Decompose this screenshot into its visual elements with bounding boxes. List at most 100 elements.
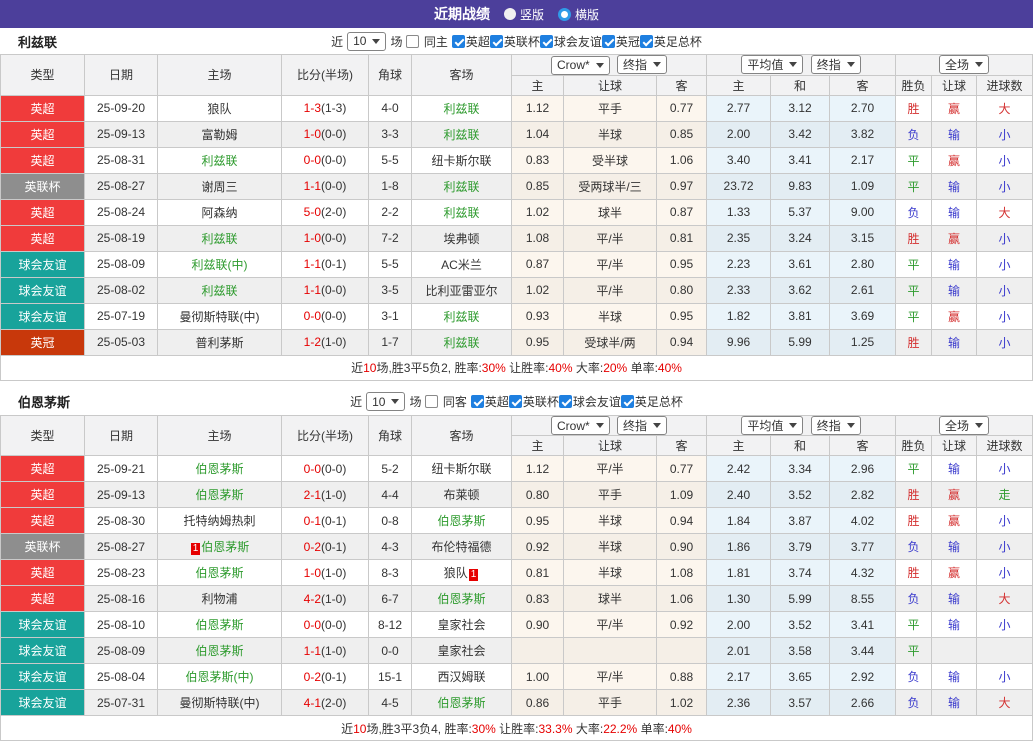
- avg-home-odds-cell: 2.23: [707, 251, 771, 277]
- summary-text: 近10场,胜3平5负2, 胜率:30% 让胜率:40% 大率:20% 单率:40…: [1, 355, 1033, 380]
- col-header-date: 日期: [85, 55, 158, 96]
- score-cell: 0-0(0-0): [282, 303, 369, 329]
- avg-home-odds-cell: 1.84: [707, 508, 771, 534]
- red-card-badge: 1: [191, 543, 201, 555]
- layout-radio-horizontal[interactable]: 横版: [558, 6, 599, 23]
- scope-select[interactable]: 全场: [939, 416, 989, 435]
- score-cell: 0-0(0-0): [282, 456, 369, 482]
- checkbox-checked-icon[interactable]: [471, 395, 484, 408]
- corner-cell: 5-5: [369, 147, 412, 173]
- score-cell: 4-1(2-0): [282, 690, 369, 716]
- team-label: 阿森纳: [201, 206, 237, 220]
- table-row: 英联杯 25-08-27 谢周三 1-1(0-0) 1-8 利兹联 0.85 受…: [1, 173, 1033, 199]
- same-venue-checkbox[interactable]: 同主: [406, 33, 447, 50]
- checkbox-checked-icon[interactable]: [490, 35, 503, 48]
- result-cell: 负: [896, 534, 932, 560]
- radio-unselected-icon[interactable]: [504, 8, 516, 20]
- league-filter-checkbox[interactable]: 英超: [471, 393, 509, 410]
- result-cell: 负: [896, 690, 932, 716]
- league-filter-checkbox[interactable]: 英超: [452, 33, 490, 50]
- avg-draw-odds-cell: 3.79: [771, 534, 830, 560]
- home-team-cell: 托特纳姆热刺: [158, 508, 282, 534]
- radio-selected-icon[interactable]: [558, 8, 571, 21]
- score-halftime: (0-0): [321, 462, 346, 476]
- match-type-cell: 英超: [1, 225, 85, 251]
- final-odds-select[interactable]: 终指: [617, 55, 667, 74]
- match-count-select[interactable]: 10: [347, 32, 386, 51]
- match-date-cell: 25-08-31: [85, 147, 158, 173]
- team-section: 利兹联 近 10 场 同主 英超英联杯球会友谊英冠英足总杯 类型 日期 主场 比…: [0, 28, 1033, 381]
- radio-vertical-label: 竖版: [520, 6, 544, 23]
- corner-cell: 2-2: [369, 199, 412, 225]
- score-halftime: (0-1): [321, 514, 346, 528]
- final-odds-select-2[interactable]: 终指: [811, 55, 861, 74]
- col-header-score: 比分(半场): [282, 415, 369, 456]
- league-filter-checkbox[interactable]: 英联杯: [509, 393, 559, 410]
- handicap-home-odds-cell: 1.12: [512, 456, 564, 482]
- corner-cell: 4-3: [369, 534, 412, 560]
- avg-home-odds-cell: 1.86: [707, 534, 771, 560]
- handicap-line-cell: 球半: [564, 586, 657, 612]
- team-label: 伯恩茅斯: [437, 514, 485, 528]
- match-date-cell: 25-08-10: [85, 612, 158, 638]
- results-table: 类型 日期 主场 比分(半场) 角球 客场 Crow* 终指 平均值 终指 全场: [0, 54, 1033, 381]
- away-team-cell: 利兹联: [412, 173, 512, 199]
- league-filter-checkbox[interactable]: 英足总杯: [640, 33, 702, 50]
- scope-select[interactable]: 全场: [939, 55, 989, 74]
- chevron-down-icon: [653, 423, 661, 428]
- chevron-down-icon: [789, 62, 797, 67]
- handicap-away-odds-cell: 1.08: [657, 560, 707, 586]
- same-venue-checkbox[interactable]: 同客: [425, 393, 466, 410]
- handicap-away-odds-cell: 0.88: [657, 664, 707, 690]
- team-label: 纽卡斯尔联: [431, 462, 491, 476]
- team-label: 利兹联: [443, 310, 479, 324]
- final-odds-select-2[interactable]: 终指: [811, 416, 861, 435]
- corner-cell: 8-12: [369, 612, 412, 638]
- score-cell: 1-3(1-3): [282, 95, 369, 121]
- average-select[interactable]: 平均值: [741, 55, 803, 74]
- match-type-cell: 英联杯: [1, 534, 85, 560]
- checkbox-checked-icon[interactable]: [559, 395, 572, 408]
- avg-draw-odds-cell: 3.34: [771, 456, 830, 482]
- match-type-cell: 球会友谊: [1, 303, 85, 329]
- league-filter-group: 英超英联杯球会友谊英足总杯: [471, 393, 683, 410]
- checkbox-checked-icon[interactable]: [602, 35, 615, 48]
- league-filter-checkbox[interactable]: 英足总杯: [621, 393, 683, 410]
- avg-away-odds-cell: 1.25: [830, 329, 896, 355]
- result-cell: 负: [896, 664, 932, 690]
- checkbox-checked-icon[interactable]: [640, 35, 653, 48]
- league-filter-checkbox[interactable]: 球会友谊: [559, 393, 621, 410]
- final-odds-select[interactable]: 终指: [617, 416, 667, 435]
- score-halftime: (1-0): [321, 335, 346, 349]
- layout-radio-vertical[interactable]: 竖版: [504, 6, 544, 23]
- team-label: 伯恩茅斯: [437, 592, 485, 606]
- avg-draw-odds-cell: 3.12: [771, 95, 830, 121]
- sub-header-handicap-home: 主: [512, 436, 564, 456]
- match-date-cell: 25-08-04: [85, 664, 158, 690]
- league-label: 英足总杯: [654, 33, 702, 50]
- company-select[interactable]: Crow*: [551, 416, 610, 435]
- team-label: 利兹联: [201, 232, 237, 246]
- col-header-type: 类型: [1, 55, 85, 96]
- league-filter-checkbox[interactable]: 英联杯: [490, 33, 540, 50]
- handicap-away-odds-cell: 0.77: [657, 95, 707, 121]
- checkbox-checked-icon[interactable]: [452, 35, 465, 48]
- handicap-away-odds-cell: 0.90: [657, 534, 707, 560]
- checkbox-checked-icon[interactable]: [509, 395, 522, 408]
- match-count-select[interactable]: 10: [366, 392, 405, 411]
- league-filter-checkbox[interactable]: 英冠: [602, 33, 640, 50]
- score-halftime: (1-0): [321, 644, 346, 658]
- score-fulltime: 1-1: [304, 283, 321, 297]
- sub-header-avg-draw: 和: [771, 436, 830, 456]
- company-select[interactable]: Crow*: [551, 56, 610, 75]
- team-label: 曼彻斯特联(中): [180, 310, 260, 324]
- average-select[interactable]: 平均值: [741, 416, 803, 435]
- handicap-result-cell: 输: [932, 277, 977, 303]
- checkbox-checked-icon[interactable]: [540, 35, 553, 48]
- checkbox-unchecked-icon[interactable]: [406, 35, 419, 48]
- corner-cell: 7-2: [369, 225, 412, 251]
- checkbox-checked-icon[interactable]: [621, 395, 634, 408]
- avg-draw-odds-cell: 3.87: [771, 508, 830, 534]
- checkbox-unchecked-icon[interactable]: [425, 395, 438, 408]
- league-filter-checkbox[interactable]: 球会友谊: [540, 33, 602, 50]
